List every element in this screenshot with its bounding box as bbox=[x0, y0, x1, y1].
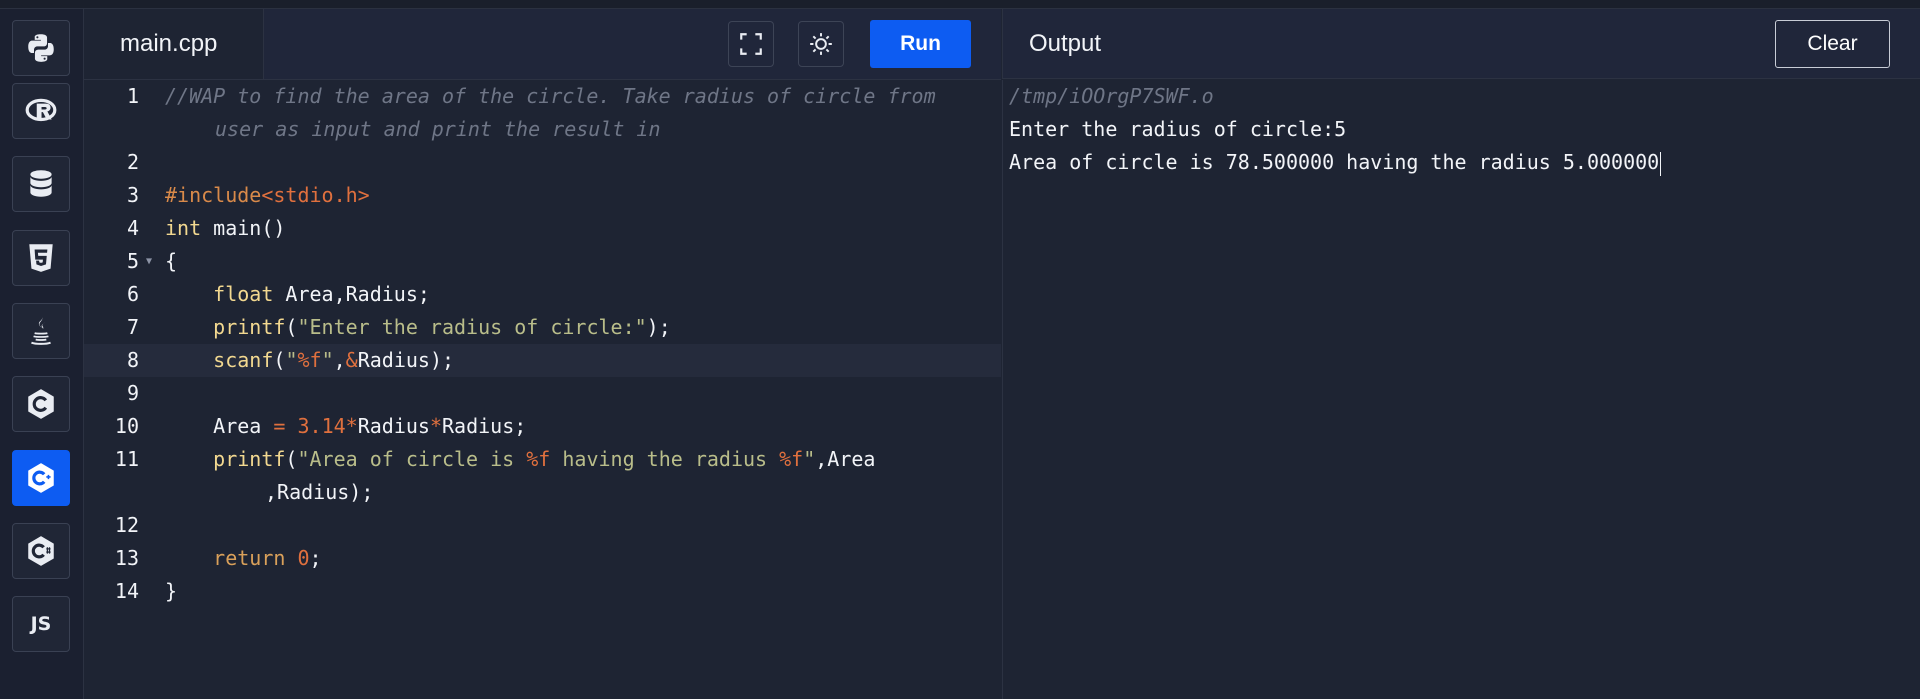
line-number: 7 bbox=[126, 315, 139, 339]
code-line: 11 printf("Area of circle is %f having t… bbox=[84, 443, 1001, 476]
csharp-icon bbox=[28, 536, 54, 566]
code-line: 5 ▼ { bbox=[84, 245, 1001, 278]
run-button[interactable]: Run bbox=[870, 20, 971, 68]
code-text: Area = 3.14*Radius*Radius; bbox=[213, 414, 527, 438]
html5-icon bbox=[29, 244, 53, 272]
code-text: } bbox=[165, 579, 178, 603]
java-icon bbox=[31, 317, 51, 345]
output-line: Enter the radius of circle:5 bbox=[1009, 117, 1347, 141]
line-number: 5 bbox=[126, 249, 139, 273]
code-text: #include<stdio.h> bbox=[165, 183, 370, 207]
sidebar-item-js[interactable]: JS bbox=[12, 596, 70, 652]
line-number: 2 bbox=[126, 150, 139, 174]
file-tab-label: main.cpp bbox=[120, 30, 218, 57]
line-number: 4 bbox=[126, 216, 139, 240]
code-line-active: 8 scanf("%f",&Radius); bbox=[84, 344, 1001, 377]
sidebar-item-python[interactable] bbox=[12, 20, 70, 76]
sidebar-item-cpp[interactable] bbox=[12, 450, 70, 506]
clear-button[interactable]: Clear bbox=[1775, 20, 1890, 68]
code-text: return 0; bbox=[213, 546, 322, 570]
output-console[interactable]: /tmp/iOOrgP7SWF.o Enter the radius of ci… bbox=[1002, 80, 1920, 699]
code-line: 9 bbox=[84, 377, 1001, 410]
line-number: 14 bbox=[114, 579, 139, 603]
line-number: 11 bbox=[114, 447, 139, 471]
r-icon bbox=[25, 98, 57, 122]
line-number: 3 bbox=[126, 183, 139, 207]
code-editor[interactable]: 1 //WAP to find the area of the circle. … bbox=[84, 80, 1001, 699]
sun-icon bbox=[810, 33, 832, 55]
c-icon bbox=[28, 389, 54, 419]
code-text: printf("Area of circle is %f having the … bbox=[213, 447, 876, 471]
line-number: 1 bbox=[126, 84, 139, 108]
js-icon: JS bbox=[30, 613, 52, 635]
cpp-icon bbox=[28, 463, 54, 493]
sidebar-item-html[interactable] bbox=[12, 230, 70, 286]
fullscreen-icon bbox=[740, 33, 762, 55]
code-line: 1 //WAP to find the area of the circle. … bbox=[84, 80, 1001, 113]
code-line: 7 printf("Enter the radius of circle:"); bbox=[84, 311, 1001, 344]
line-number: 10 bbox=[114, 414, 139, 438]
code-text: printf("Enter the radius of circle:"); bbox=[213, 315, 671, 339]
output-path: /tmp/iOOrgP7SWF.o bbox=[1009, 84, 1214, 108]
code-line-wrap: user as input and print the result in bbox=[84, 113, 1001, 146]
fullscreen-button[interactable] bbox=[728, 21, 774, 67]
sidebar-item-java[interactable] bbox=[12, 303, 70, 359]
line-number: 9 bbox=[126, 381, 139, 405]
fold-arrow-icon[interactable]: ▼ bbox=[146, 245, 152, 278]
code-text: user as input and print the result in bbox=[215, 117, 661, 141]
code-text: { bbox=[165, 249, 178, 273]
line-number: 12 bbox=[114, 513, 139, 537]
python-icon bbox=[28, 34, 54, 62]
line-number: 6 bbox=[126, 282, 139, 306]
sidebar-item-sql[interactable] bbox=[12, 156, 70, 212]
code-text: int main() bbox=[165, 216, 286, 240]
text-cursor bbox=[1660, 151, 1662, 176]
code-line: 4 int main() bbox=[84, 212, 1001, 245]
code-line: 12 bbox=[84, 509, 1001, 542]
code-line: 14 } bbox=[84, 575, 1001, 608]
code-text: float Area,Radius; bbox=[213, 282, 430, 306]
code-line-wrap: ,Radius); bbox=[84, 476, 1001, 509]
sidebar-item-c[interactable] bbox=[12, 376, 70, 432]
window-top-bar bbox=[0, 0, 1920, 9]
code-line: 10 Area = 3.14*Radius*Radius; bbox=[84, 410, 1001, 443]
line-number: 13 bbox=[114, 546, 139, 570]
code-text: //WAP to find the area of the circle. Ta… bbox=[165, 84, 936, 108]
code-line: 13 return 0; bbox=[84, 542, 1001, 575]
sidebar-item-r[interactable] bbox=[12, 83, 70, 139]
theme-toggle-button[interactable] bbox=[798, 21, 844, 67]
language-sidebar: JS bbox=[0, 9, 84, 699]
code-text: scanf("%f",&Radius); bbox=[213, 348, 455, 372]
database-icon bbox=[30, 170, 52, 197]
sidebar-item-csharp[interactable] bbox=[12, 523, 70, 579]
code-line: 6 float Area,Radius; bbox=[84, 278, 1001, 311]
code-text: ,Radius); bbox=[265, 480, 374, 504]
output-toolbar: Output Clear bbox=[1002, 9, 1920, 79]
code-line: 2 bbox=[84, 146, 1001, 179]
code-line: 3 #include<stdio.h> bbox=[84, 179, 1001, 212]
editor-toolbar: main.cpp Run bbox=[84, 9, 1001, 80]
line-number: 8 bbox=[126, 348, 139, 372]
file-tab[interactable]: main.cpp bbox=[84, 9, 264, 79]
output-line: Area of circle is 78.500000 having the r… bbox=[1009, 150, 1662, 176]
output-title: Output bbox=[1029, 30, 1102, 57]
